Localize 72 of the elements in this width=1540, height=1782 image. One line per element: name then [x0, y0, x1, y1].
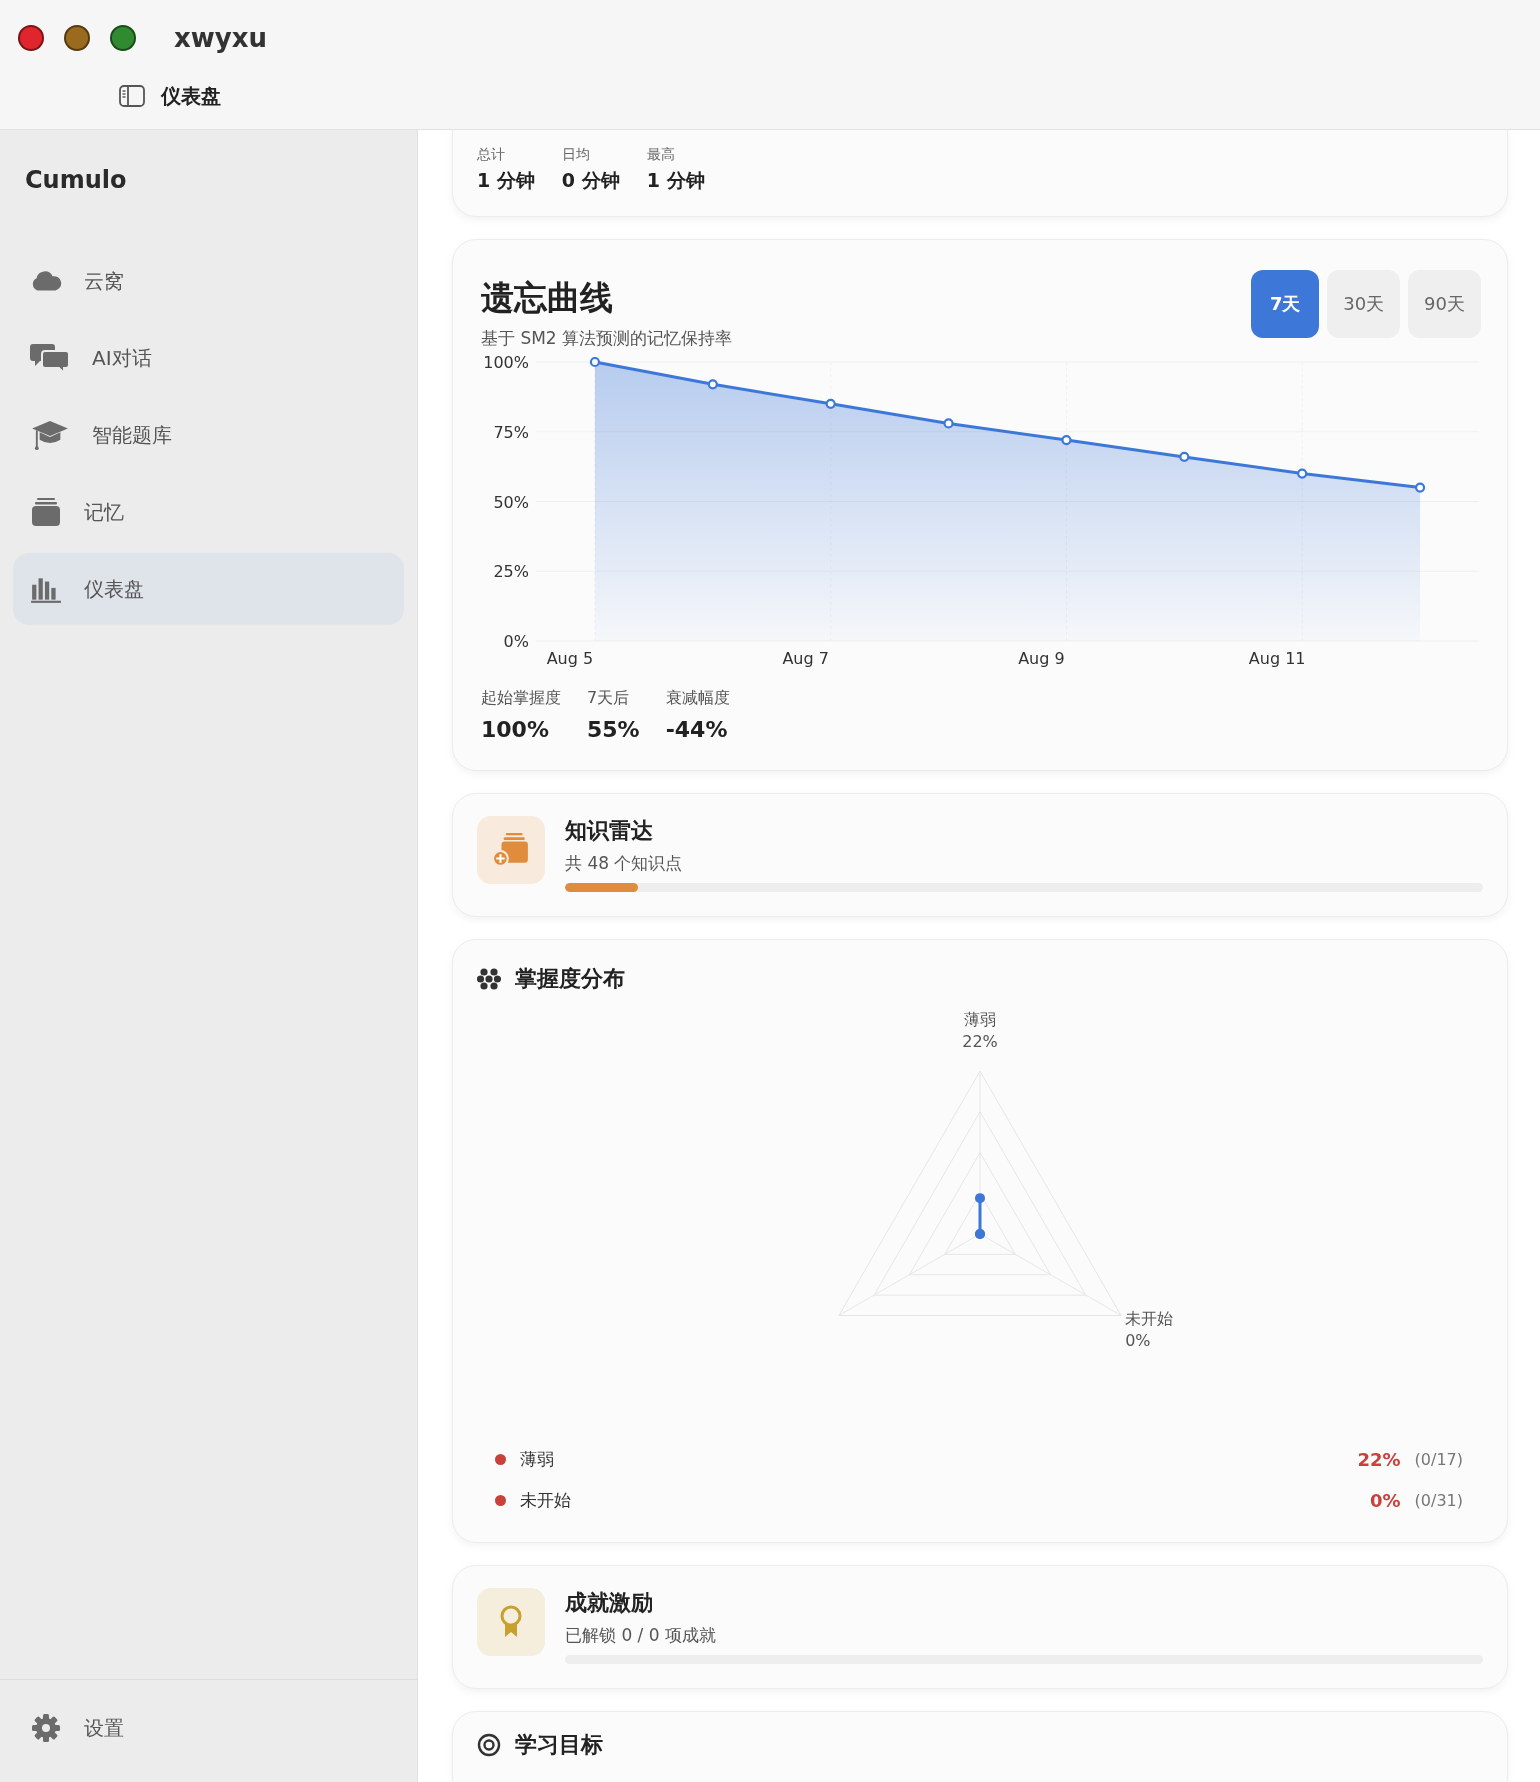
legend-label: 薄弱 [520, 1448, 555, 1471]
card-title: 知识雷达 [565, 817, 654, 845]
range-tab[interactable]: 30天 [1327, 270, 1401, 338]
stacked-tray-icon [30, 497, 62, 527]
settings-item[interactable]: 设置 [0, 1679, 417, 1782]
legend-percent: 22% [1357, 1449, 1401, 1470]
card-title: 遗忘曲线 [481, 277, 614, 319]
axis-label: 未开始 [1125, 1308, 1174, 1328]
y-axis-label: 50% [493, 492, 529, 512]
zoom-button[interactable] [110, 25, 136, 51]
sidebar-item[interactable]: 云窝 [13, 245, 404, 317]
data-point [707, 379, 718, 390]
target-icon [477, 1733, 501, 1757]
x-axis-label: Aug 7 [782, 649, 829, 668]
minimize-button[interactable] [64, 25, 90, 51]
x-axis-label: Aug 11 [1248, 649, 1306, 668]
stat-value: -44% [665, 717, 729, 742]
app-name: Cumulo [24, 165, 128, 196]
y-axis-label: 0% [503, 632, 529, 651]
award-ribbon-icon [499, 1605, 523, 1639]
stat-label: 日均 [561, 146, 591, 164]
close-button[interactable] [18, 25, 44, 51]
stat-value: 1 分钟 [477, 168, 535, 193]
x-axis-label: Aug 5 [546, 649, 594, 668]
axis-value: 22% [962, 1032, 998, 1051]
stat-label: 最高 [646, 146, 676, 164]
sidebar-item[interactable]: 仪表盘 [13, 553, 404, 625]
y-axis-label: 75% [493, 422, 529, 442]
legend-label: 未开始 [520, 1489, 572, 1512]
page-title: 仪表盘 [161, 82, 221, 110]
data-point [1297, 468, 1308, 479]
data-point [1061, 435, 1072, 446]
stat-value: 0 分钟 [561, 168, 620, 193]
axis-value: 0% [1125, 1330, 1151, 1350]
stat-label: 总计 [477, 146, 506, 164]
sidebar-item[interactable]: 记忆 [13, 476, 404, 548]
data-point [589, 356, 601, 368]
axis-label: 薄弱 [964, 1010, 996, 1029]
range-tab[interactable]: 7天 [1251, 270, 1320, 338]
sidebar-toggle-icon[interactable] [119, 85, 145, 107]
card-subtitle: 已解锁 0 / 0 项成就 [565, 1624, 717, 1647]
window-title: xwyxu [174, 23, 268, 53]
chat-bubbles-icon [30, 342, 70, 374]
graduation-cap-icon [30, 419, 70, 451]
stat-value: 100% [481, 717, 550, 742]
legend-percent: 0% [1370, 1490, 1401, 1511]
dots-cluster-icon [477, 967, 501, 991]
card-subtitle: 基于 SM2 算法预测的记忆保持率 [481, 327, 733, 350]
card-title: 成就激励 [565, 1589, 654, 1617]
radar-data-point [975, 1193, 985, 1204]
stat-label: 7天后 [587, 688, 631, 709]
settings-icon [30, 1713, 62, 1743]
card-title: 掌握度分布 [515, 965, 625, 993]
card-title: 学习目标 [515, 1731, 603, 1759]
data-point [1414, 482, 1426, 493]
data-point [943, 418, 954, 429]
data-point [825, 398, 836, 409]
legend-count: (0/17) [1414, 1450, 1463, 1469]
sidebar-item[interactable]: AI对话 [13, 322, 404, 394]
y-axis-label: 100% [483, 353, 529, 372]
stat-label: 起始掌握度 [481, 688, 561, 709]
stat-label: 衰减幅度 [665, 688, 730, 709]
legend-count: (0/31) [1414, 1491, 1463, 1510]
card-subtitle: 共 48 个知识点 [565, 852, 684, 875]
sidebar-item[interactable]: 智能题库 [13, 399, 404, 471]
stack-add-icon [492, 832, 530, 868]
data-point [1179, 451, 1190, 462]
range-tab[interactable]: 90天 [1408, 270, 1481, 338]
y-axis-label: 25% [493, 562, 529, 582]
stat-value: 1 分钟 [646, 168, 705, 193]
x-axis-label: Aug 9 [1018, 649, 1065, 668]
stat-value: 55% [587, 717, 640, 742]
